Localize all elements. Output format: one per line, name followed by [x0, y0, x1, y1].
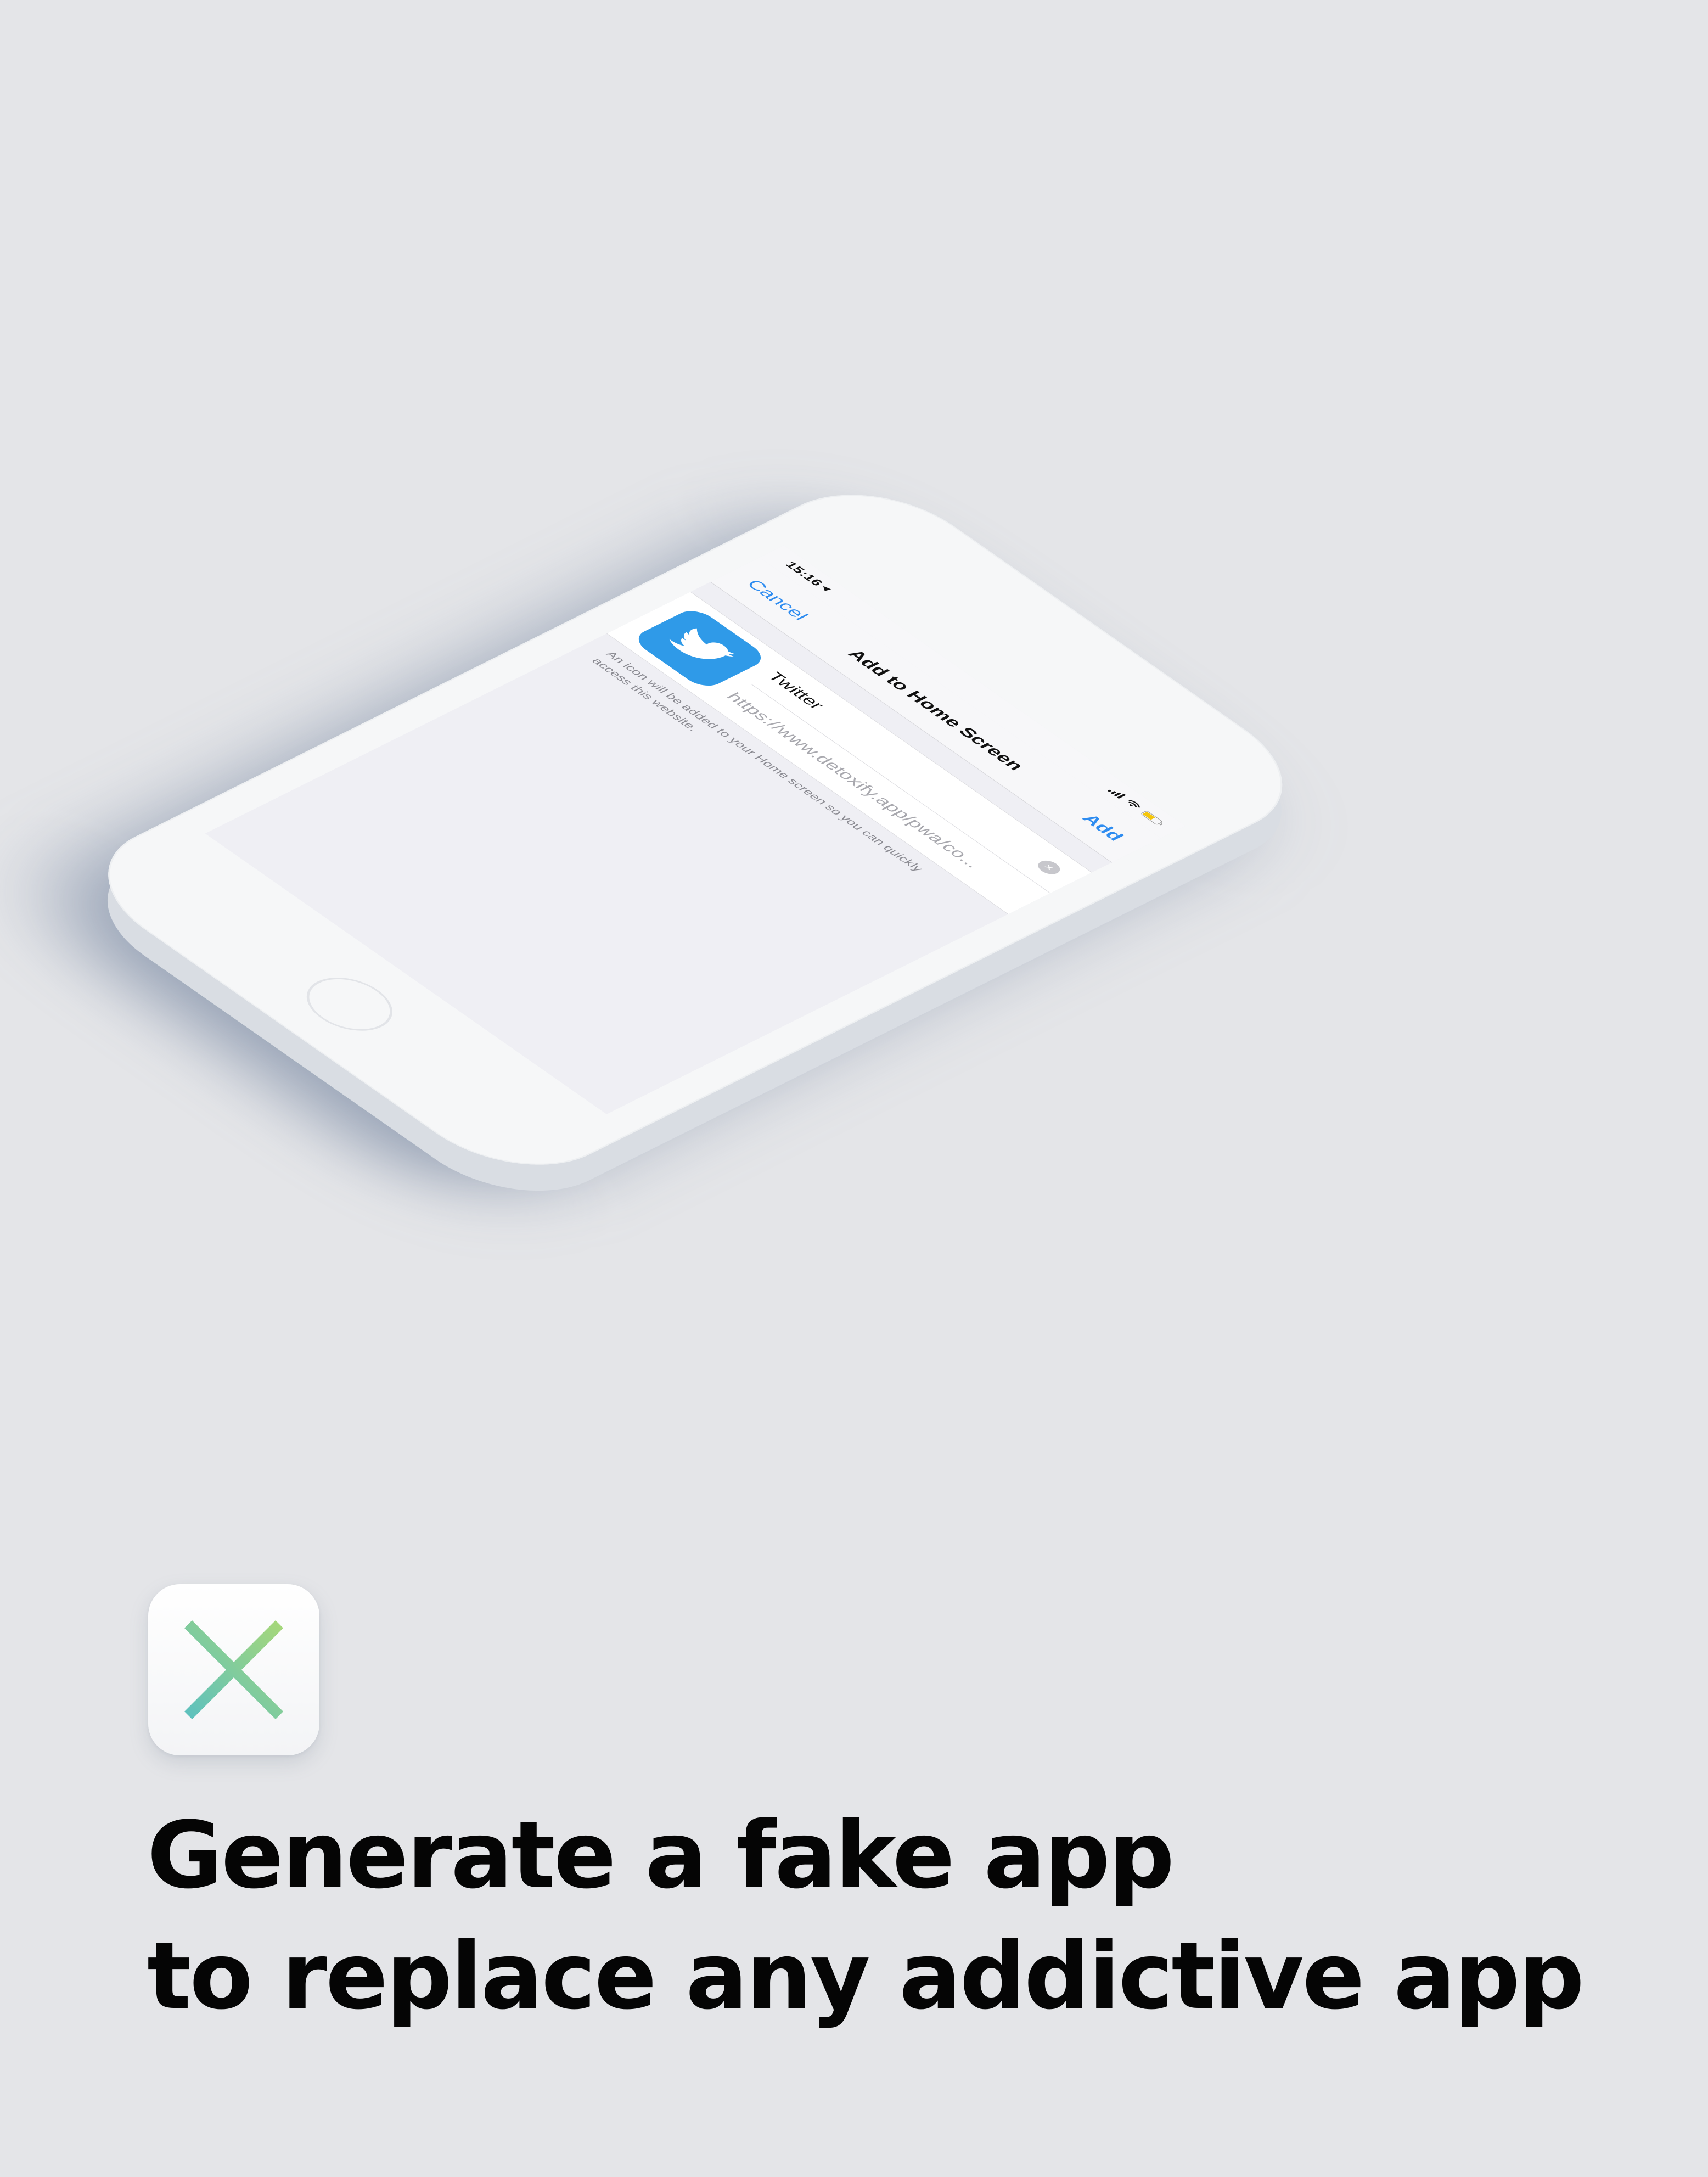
clear-text-icon[interactable]: ×	[1033, 858, 1065, 877]
cellular-signal-icon	[1107, 787, 1126, 799]
phone-body: 15:16 Cancel Add to Home Screen Add Twit…	[63, 469, 1328, 1191]
twitter-bird-icon	[669, 628, 735, 659]
home-button[interactable]	[289, 967, 411, 1041]
headline-line-2: to replace any addictive app	[147, 1922, 1585, 2030]
app-logo	[148, 1584, 319, 1755]
promo-page: 15:16 Cancel Add to Home Screen Add Twit…	[0, 0, 1708, 2177]
cross-x-icon	[184, 1620, 283, 1719]
wifi-icon	[1128, 800, 1140, 808]
headline: Generate a fake app to replace any addic…	[147, 1795, 1684, 2036]
headline-line-1: Generate a fake app	[147, 1802, 1175, 1909]
battery-icon	[1140, 810, 1164, 826]
location-arrow-icon	[821, 586, 831, 593]
